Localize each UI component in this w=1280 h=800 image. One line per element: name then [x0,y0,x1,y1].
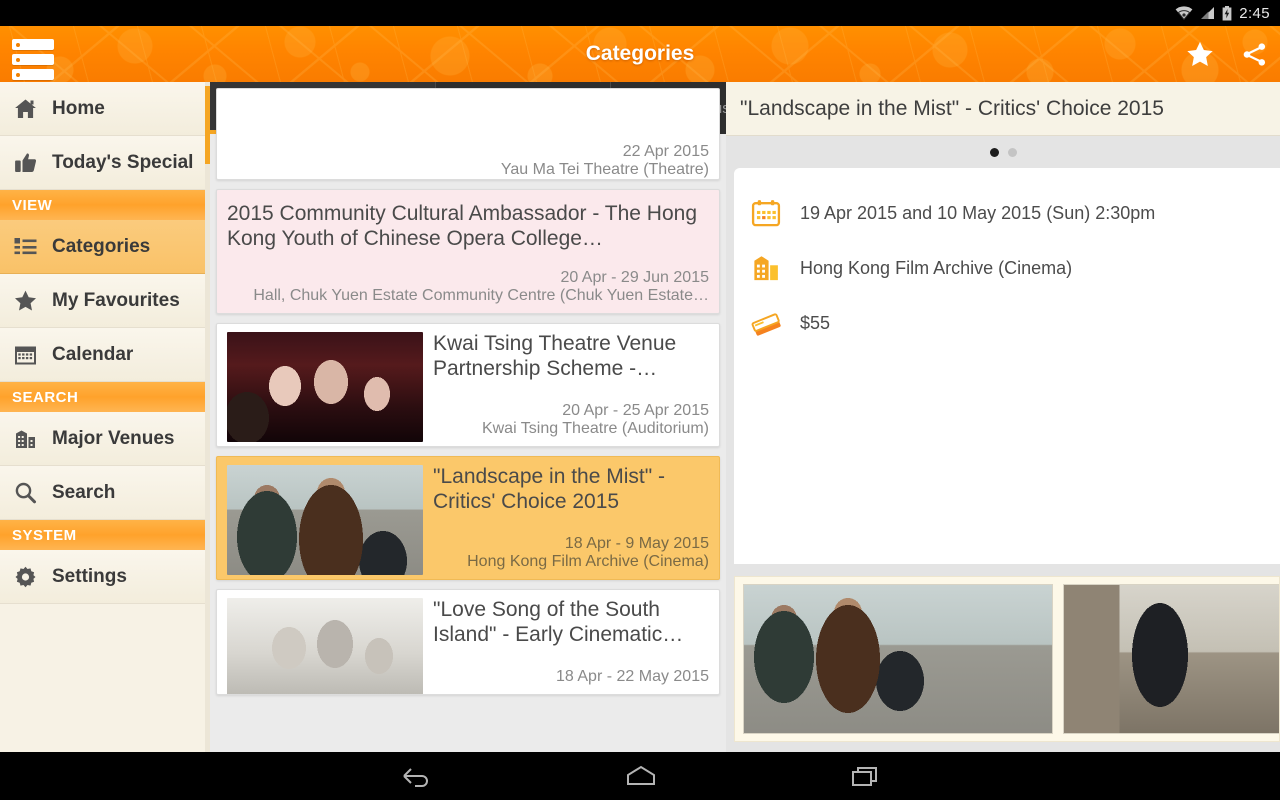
list-item-venue: Hall, Chuk Yuen Estate Community Centre … [253,287,709,305]
sidebar-item-major-venues[interactable]: Major Venues [0,412,210,466]
list-item[interactable]: 22 Apr 2015 Yau Ma Tei Theatre (Theatre) [216,88,720,180]
status-bar: 2:45 [0,0,1280,26]
sidebar-item-todays-special[interactable]: Today's Special [0,136,210,190]
recents-button[interactable] [848,762,882,790]
detail-panel: "Landscape in the Mist" - Critics' Choic… [726,82,1280,752]
menu-dot [16,72,20,77]
detail-image-gallery[interactable] [734,576,1280,742]
sidebar-item-calendar[interactable]: Calendar [0,328,210,382]
list-item-thumbnail [227,598,423,695]
event-list-column: Performance & Entertainment Recreation &… [210,82,726,752]
detail-date-text: 19 Apr 2015 and 10 May 2015 (Sun) 2:30pm [800,203,1156,223]
detail-title: "Landscape in the Mist" - Critics' Choic… [740,96,1164,120]
page-dot[interactable] [1007,147,1017,157]
sidebar-item-label: My Favourites [52,289,180,311]
list-item-venue: Yau Ma Tei Theatre (Theatre) [500,161,709,178]
list-item-meta: 20 Apr - 29 Jun 2015 Hall, Chuk Yuen Est… [227,269,709,305]
app-root: 2:45 Categories Home Today's Special VIE… [0,0,1280,800]
building-icon [748,253,784,284]
sidebar: Home Today's Special VIEW Categories My … [0,82,210,752]
sidebar-item-label: Search [52,481,116,503]
page-indicator-dots[interactable] [726,136,1280,168]
detail-info-row-price: $55 [748,296,1280,351]
building-icon [12,427,38,451]
detail-info-card: 19 Apr 2015 and 10 May 2015 (Sun) 2:30pm [734,168,1280,564]
list-icon [12,236,38,258]
detail-header: "Landscape in the Mist" - Critics' Choic… [726,82,1280,136]
ticket-icon [748,308,784,339]
gear-icon [12,565,38,589]
sidebar-item-label: Settings [52,565,127,587]
sidebar-item-label: Home [52,97,105,119]
list-item[interactable]: "Love Song of the South Island" - Early … [216,589,720,696]
film-still-street[interactable] [743,584,1053,734]
sidebar-section-view: VIEW [0,190,210,220]
list-item-date: 20 Apr - 29 Jun 2015 [560,269,709,287]
app-bar-actions [1185,26,1268,82]
sidebar-item-label: Major Venues [52,427,175,449]
back-button[interactable] [398,762,434,790]
list-item[interactable]: 2015 Community Cultural Ambassador - The… [216,189,720,315]
sidebar-item-label: Today's Special [52,151,194,173]
favourite-star-icon[interactable] [1185,40,1215,69]
share-icon[interactable] [1241,41,1268,68]
star-icon [12,289,38,313]
menu-dot [16,42,20,47]
detail-venue-text: Hong Kong Film Archive (Cinema) [800,258,1073,278]
signal-icon [1201,7,1215,19]
home-button[interactable] [622,762,660,790]
wifi-icon [1175,6,1193,20]
status-bar-clock: 2:45 [1239,4,1270,22]
event-list-scroll-area[interactable]: 22 Apr 2015 Yau Ma Tei Theatre (Theatre)… [210,88,726,752]
sidebar-item-my-favourites[interactable]: My Favourites [0,274,210,328]
thumbs-up-icon [12,151,38,175]
sidebar-item-label: Calendar [52,343,134,365]
list-item-selected[interactable]: "Landscape in the Mist" - Critics' Choic… [216,456,720,581]
android-nav-bar [0,752,1280,800]
sidebar-section-system: SYSTEM [0,520,210,550]
list-item[interactable]: Kwai Tsing Theatre Venue Partnership Sch… [216,323,720,448]
magnifier-icon [12,481,38,505]
menu-row [12,69,54,80]
sidebar-item-categories[interactable]: Categories [0,220,210,274]
list-item-thumbnail [227,332,423,443]
sidebar-item-search[interactable]: Search [0,466,210,520]
sidebar-section-search: SEARCH [0,382,210,412]
page-title: Categories [585,42,695,65]
menu-dot [16,57,20,62]
sidebar-item-label: Categories [52,235,151,257]
list-item-title: 2015 Community Cultural Ambassador - The… [227,202,698,250]
list-menu-icon[interactable] [12,39,54,80]
detail-info-row-date: 19 Apr 2015 and 10 May 2015 (Sun) 2:30pm [748,186,1280,241]
list-item-thumbnail [227,465,423,576]
list-item-meta: 22 Apr 2015 Yau Ma Tei Theatre (Theatre) [227,143,709,179]
menu-row [12,54,54,65]
app-bar: Categories [0,26,1280,82]
sidebar-item-home[interactable]: Home [0,82,210,136]
detail-info-row-venue: Hong Kong Film Archive (Cinema) [748,241,1280,296]
film-still-cafe[interactable] [1063,584,1279,734]
calendar-icon [748,198,784,229]
home-icon [12,97,38,121]
battery-charging-icon [1222,5,1232,20]
calendar-icon [12,343,38,367]
menu-row [12,39,54,50]
page-dot-active[interactable] [989,147,999,157]
detail-price-text: $55 [800,313,831,333]
sidebar-item-settings[interactable]: Settings [0,550,210,604]
list-item-date: 22 Apr 2015 [622,143,709,160]
